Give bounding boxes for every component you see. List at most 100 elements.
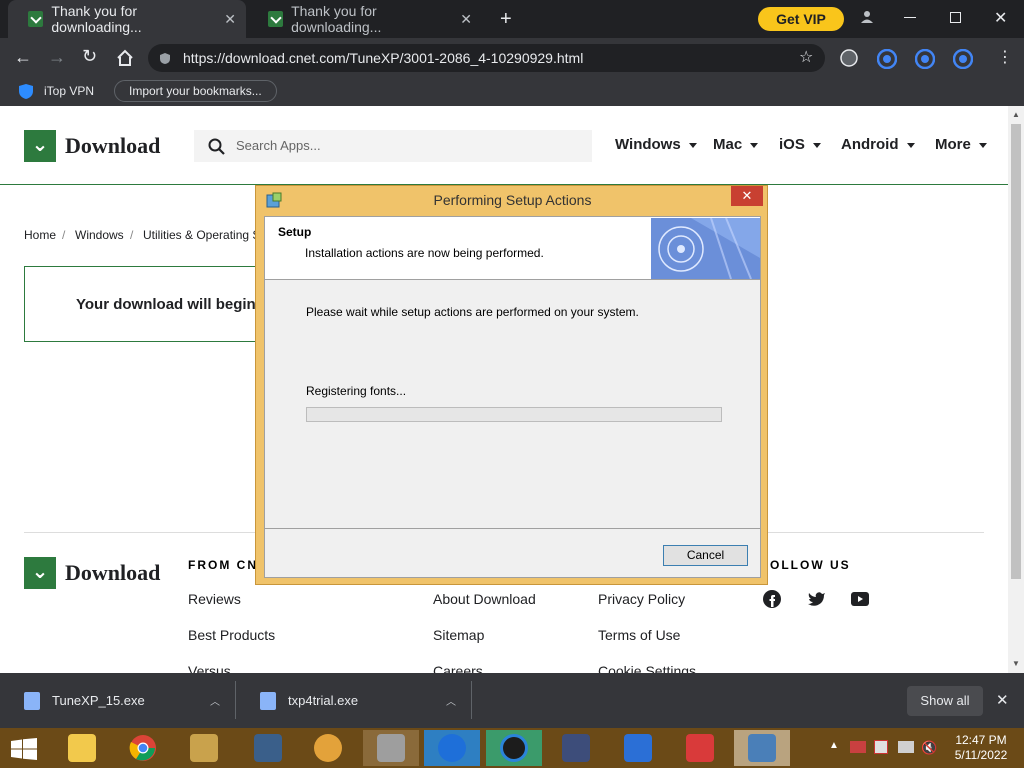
close-shelf-icon[interactable]: ✕ <box>996 691 1009 709</box>
extension-2-icon[interactable] <box>915 49 935 69</box>
network-icon[interactable] <box>898 741 914 753</box>
taskbar-app-3[interactable] <box>176 730 232 766</box>
scroll-up-icon[interactable]: ▲ <box>1012 110 1020 119</box>
youtube-icon[interactable] <box>851 592 869 606</box>
back-arrow-icon[interactable]: ← <box>14 47 32 68</box>
taskbar-ccleaner[interactable] <box>486 730 542 766</box>
tray-app-icon[interactable] <box>850 741 866 753</box>
exe-file-icon <box>24 691 40 710</box>
taskbar-app-4[interactable] <box>240 730 296 766</box>
footer-logo[interactable]: ⌄ Download <box>24 557 160 589</box>
nav-windows[interactable]: Windows <box>615 136 697 153</box>
chevron-up-icon[interactable]: ︿ <box>210 693 220 708</box>
reload-icon[interactable]: ↻ <box>82 46 97 67</box>
wifi-vpn-icon <box>438 734 466 762</box>
show-hidden-icons-chevron-icon[interactable]: ▲ <box>829 740 839 751</box>
download-item-1[interactable]: TuneXP_15.exe ︿ <box>24 673 224 728</box>
chrome-icon <box>129 735 156 761</box>
download-favicon-icon <box>268 11 284 27</box>
download-separator <box>235 681 236 719</box>
download-separator <box>471 681 472 719</box>
show-all-button[interactable]: Show all <box>907 686 983 716</box>
footer-link-cookies[interactable]: Cookie Settings <box>598 663 696 673</box>
footer-link-careers[interactable]: Careers <box>433 663 483 673</box>
taskbar-app-5[interactable] <box>300 730 356 766</box>
taskbar-app-6[interactable] <box>363 730 419 766</box>
volume-muted-icon[interactable]: 🔇 <box>921 740 937 756</box>
tray-flag-icon[interactable] <box>874 740 888 754</box>
search-input[interactable]: Search Apps... <box>194 130 592 162</box>
chevron-up-icon[interactable]: ︿ <box>446 693 456 708</box>
home-icon[interactable] <box>116 49 134 67</box>
window-close-icon[interactable]: ✕ <box>994 8 1007 28</box>
settings-tool-icon <box>377 734 405 762</box>
footer-link-sitemap[interactable]: Sitemap <box>433 627 484 643</box>
setup-installer-icon <box>748 734 776 762</box>
footer-link-about[interactable]: About Download <box>433 591 536 607</box>
breadcrumb-windows[interactable]: Windows <box>75 228 124 242</box>
taskbar-chrome[interactable] <box>115 730 171 766</box>
cancel-button[interactable]: Cancel <box>663 545 748 566</box>
footer-link-terms[interactable]: Terms of Use <box>598 627 680 643</box>
nav-mac[interactable]: Mac <box>713 136 758 153</box>
page-scrollbar[interactable]: ▲ ▼ <box>1008 106 1024 673</box>
utility-app-icon <box>190 734 218 762</box>
setup-dialog: Performing Setup Actions ✕ Setup Install… <box>255 185 768 585</box>
taskbar-app-9[interactable] <box>548 730 604 766</box>
logo-text: Download <box>65 133 161 158</box>
download-item-2[interactable]: txp4trial.exe ︿ <box>260 673 460 728</box>
site-info-icon[interactable] <box>159 52 171 65</box>
taskbar-app-10[interactable] <box>610 730 666 766</box>
bookmark-itop-vpn[interactable]: iTop VPN <box>44 84 94 98</box>
extension-1-icon[interactable] <box>877 49 897 69</box>
nav-more[interactable]: More <box>935 136 987 153</box>
scroll-down-icon[interactable]: ▼ <box>1012 659 1020 668</box>
breadcrumb-home[interactable]: Home <box>24 228 56 242</box>
taskbar-file-explorer[interactable] <box>54 730 110 766</box>
nav-ios[interactable]: iOS <box>779 136 821 153</box>
windows-start-icon[interactable] <box>11 738 37 760</box>
extension-globe-icon[interactable] <box>840 49 858 67</box>
dialog-close-button[interactable]: ✕ <box>731 186 763 206</box>
tab-close-icon[interactable]: ✕ <box>460 11 472 28</box>
facebook-icon[interactable] <box>763 590 781 608</box>
footer-link-versus[interactable]: Versus <box>188 663 231 673</box>
extension-3-icon[interactable] <box>953 49 973 69</box>
dialog-title: Performing Setup Actions <box>433 192 592 208</box>
taskbar-app-11[interactable] <box>672 730 728 766</box>
footer-link-reviews[interactable]: Reviews <box>188 591 241 607</box>
import-bookmarks-button[interactable]: Import your bookmarks... <box>114 80 277 102</box>
tab-thank-you-1[interactable]: Thank you for downloading... ✕ <box>8 0 246 38</box>
breadcrumb-separator: / <box>130 228 134 242</box>
get-vip-button[interactable]: Get VIP <box>758 7 844 31</box>
taskbar-setup-active[interactable] <box>734 730 790 766</box>
download-message: Your download will begin <box>76 296 256 313</box>
browser-menu-icon[interactable]: ⋮ <box>997 47 1013 67</box>
new-tab-plus-icon[interactable]: + <box>500 8 512 31</box>
tab-strip: Thank you for downloading... ✕ Thank you… <box>0 0 1024 38</box>
minimize-icon[interactable] <box>904 17 916 18</box>
scrollbar-thumb[interactable] <box>1011 124 1021 579</box>
tab-close-icon[interactable]: ✕ <box>224 11 236 28</box>
bookmarks-bar: iTop VPN Import your bookmarks... <box>0 78 1024 106</box>
folder-icon <box>68 734 96 762</box>
footer-link-best-products[interactable]: Best Products <box>188 627 275 643</box>
footer-link-privacy[interactable]: Privacy Policy <box>598 591 685 607</box>
restore-icon[interactable] <box>950 12 961 23</box>
tab-title: Thank you for downloading... <box>51 3 142 35</box>
tab-thank-you-2[interactable]: Thank you for downloading... ✕ <box>248 0 482 38</box>
nav-android[interactable]: Android <box>841 136 915 153</box>
footer-heading-from-cnet: FROM CN <box>188 558 258 572</box>
system-clock[interactable]: 12:47 PM 5/11/2022 <box>948 733 1014 763</box>
profile-icon[interactable] <box>860 10 874 24</box>
dialog-header: Setup Installation actions are now being… <box>265 217 760 280</box>
forward-arrow-icon[interactable]: → <box>48 47 66 68</box>
site-logo[interactable]: ⌄ Download <box>24 130 160 162</box>
breadcrumb-separator: / <box>62 228 66 242</box>
bookmark-star-icon[interactable]: ☆ <box>799 44 813 72</box>
taskbar-vpn[interactable] <box>424 730 480 766</box>
tab-title: Thank you for downloading... <box>291 3 382 35</box>
breadcrumb-utilities[interactable]: Utilities & Operating S <box>143 228 260 242</box>
address-bar[interactable]: https://download.cnet.com/TuneXP/3001-20… <box>148 44 825 72</box>
twitter-icon[interactable] <box>808 591 826 607</box>
